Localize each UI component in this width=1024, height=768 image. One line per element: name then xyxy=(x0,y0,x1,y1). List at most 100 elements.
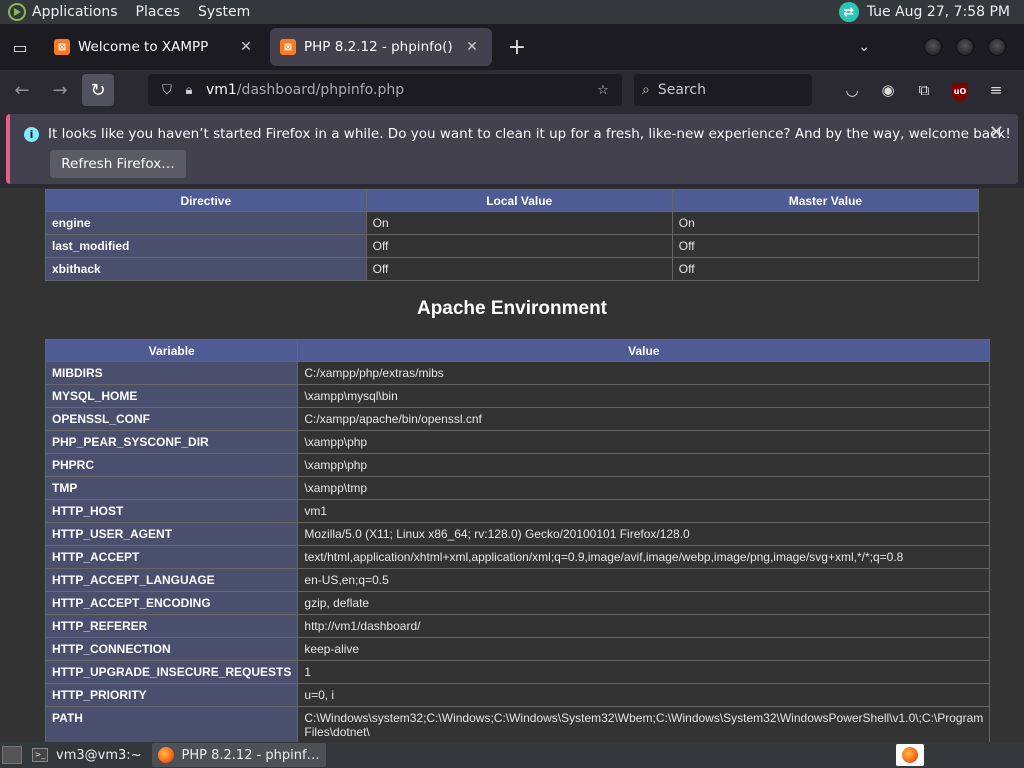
column-header: Master Value xyxy=(671,189,980,212)
variable-value: gzip, deflate xyxy=(297,591,991,615)
variable-name: HTTP_CONNECTION xyxy=(44,637,299,661)
xampp-favicon-icon: ⊠ xyxy=(280,39,296,55)
table-row: HTTP_REFERER http://vm1/dashboard/ xyxy=(44,614,991,638)
variable-name: HTTP_ACCEPT xyxy=(44,545,299,569)
table-row: HTTP_CONNECTION keep-alive xyxy=(44,637,991,661)
refresh-firefox-notification: i It looks like you haven’t started Fire… xyxy=(6,114,1018,184)
variable-value: C:/xampp/apache/bin/openssl.cnf xyxy=(297,407,991,431)
column-header: Value xyxy=(297,339,991,362)
table-row: TMP \xampp\tmp xyxy=(44,476,991,500)
table-row: OPENSSL_CONF C:/xampp/apache/bin/openssl.… xyxy=(44,407,991,431)
maximize-window-button[interactable] xyxy=(956,38,974,56)
tab-title: Welcome to XAMPP xyxy=(78,39,209,55)
url-text[interactable]: vm1/dashboard/phpinfo.php xyxy=(206,82,592,98)
forward-button[interactable]: → xyxy=(44,74,76,106)
variable-name: HTTP_REFERER xyxy=(44,614,299,638)
refresh-firefox-button[interactable]: Refresh Firefox… xyxy=(50,150,186,178)
variable-value: keep-alive xyxy=(297,637,991,661)
tab-title: PHP 8.2.12 - phpinfo() xyxy=(304,39,453,55)
column-header: Directive xyxy=(45,189,367,212)
extensions-icon[interactable]: ⧉ xyxy=(906,81,942,99)
local-value: Off xyxy=(365,234,673,258)
new-tab-button[interactable]: + xyxy=(500,30,534,64)
terminal-icon: >_ xyxy=(32,748,48,762)
master-value: On xyxy=(671,211,980,235)
xampp-favicon-icon: ⊠ xyxy=(54,39,70,55)
close-tab-icon[interactable]: ✕ xyxy=(462,39,482,55)
task-label: vm3@vm3:~ xyxy=(56,747,142,763)
reload-button[interactable]: ↻ xyxy=(82,74,114,106)
firefox-icon xyxy=(157,747,174,763)
variable-value: \xampp\mysql\bin xyxy=(297,384,991,408)
taskbar: >_ vm3@vm3:~ PHP 8.2.12 - phpinf… xyxy=(0,742,1024,768)
table-row: PHPRC \xampp\php xyxy=(44,453,991,477)
table-row: last_modified Off Off xyxy=(45,234,980,258)
table-row: xbithack Off Off xyxy=(45,257,980,281)
menu-places[interactable]: Places xyxy=(136,4,181,20)
tab-phpinfo[interactable]: ⊠ PHP 8.2.12 - phpinfo() ✕ xyxy=(270,28,492,66)
variable-value: u=0, i xyxy=(297,683,991,707)
search-bar[interactable]: ⌕ Search xyxy=(634,74,812,106)
table-row: PATH C:\Windows\system32;C:\Windows;C:\Wi… xyxy=(44,706,991,742)
section-title-apache-environment: Apache Environment xyxy=(416,298,608,319)
network-icon[interactable]: ⇄ xyxy=(838,2,859,22)
directive-name: engine xyxy=(45,211,367,235)
table-row: HTTP_PRIORITY u=0, i xyxy=(44,683,991,707)
shield-icon[interactable]: ⛉ xyxy=(156,83,178,98)
menu-icon[interactable]: ≡ xyxy=(978,81,1014,99)
local-value: Off xyxy=(365,257,673,281)
ssi-directives-table: Directive Local Value Master Value engin… xyxy=(45,189,980,281)
clock[interactable]: Tue Aug 27, 7:58 PM xyxy=(867,4,1010,20)
close-window-button[interactable] xyxy=(988,38,1006,56)
close-notification-icon[interactable]: ✕ xyxy=(989,122,1004,143)
variable-name: MIBDIRS xyxy=(44,361,299,385)
table-row: HTTP_USER_AGENT Mozilla/5.0 (X11; Linux x… xyxy=(44,522,991,546)
variable-name: PHPRC xyxy=(44,453,299,477)
list-all-tabs-icon[interactable]: ⌄ xyxy=(858,39,870,55)
table-row: HTTP_ACCEPT_ENCODING gzip, deflate xyxy=(44,591,991,615)
variable-name: HTTP_ACCEPT_ENCODING xyxy=(44,591,299,615)
distro-logo-icon[interactable] xyxy=(8,3,26,21)
bookmark-star-icon[interactable]: ☆ xyxy=(592,83,614,98)
navigation-bar: ← → ↻ ⛉ 🔒︎ vm1/dashboard/phpinfo.php ☆ ⌕… xyxy=(0,70,1024,110)
directive-name: last_modified xyxy=(45,234,367,258)
variable-value: Mozilla/5.0 (X11; Linux x86_64; rv:128.0… xyxy=(297,522,991,546)
variable-value: \xampp\php xyxy=(297,430,991,454)
variable-value: en-US,en;q=0.5 xyxy=(297,568,991,592)
variable-name: PATH xyxy=(44,706,299,742)
variable-value: C:\Windows\system32;C:\Windows;C:\Window… xyxy=(297,706,991,742)
variable-value: \xampp\php xyxy=(297,453,991,477)
variable-name: HTTP_USER_AGENT xyxy=(44,522,299,546)
url-bar[interactable]: ⛉ 🔒︎ vm1/dashboard/phpinfo.php ☆ xyxy=(148,74,622,106)
task-firefox[interactable]: PHP 8.2.12 - phpinf… xyxy=(151,743,326,767)
variable-name: HTTP_ACCEPT_LANGUAGE xyxy=(44,568,299,592)
variable-value: text/html,application/xhtml+xml,applicat… xyxy=(297,545,991,569)
tab-welcome-xampp[interactable]: ⊠ Welcome to XAMPP ✕ xyxy=(44,28,266,66)
search-placeholder: Search xyxy=(657,82,706,98)
variable-value: http://vm1/dashboard/ xyxy=(297,614,991,638)
top-panel: Applications Places System ⇄ Tue Aug 27,… xyxy=(0,0,1024,24)
tab-strip: ▭ ⊠ Welcome to XAMPP ✕ ⊠ PHP 8.2.12 - ph… xyxy=(0,24,1024,70)
show-desktop-icon[interactable] xyxy=(2,746,22,764)
minimize-window-button[interactable] xyxy=(924,38,942,56)
pocket-icon[interactable]: ◡ xyxy=(834,81,870,99)
apache-environment-table: Variable Value MIBDIRS C:/xampp/php/extra… xyxy=(44,339,991,742)
variable-name: PHP_PEAR_SYSCONF_DIR xyxy=(44,430,299,454)
firefox-view-icon[interactable]: ▭ xyxy=(0,24,40,70)
table-row: HTTP_ACCEPT_LANGUAGE en-US,en;q=0.5 xyxy=(44,568,991,592)
lock-icon[interactable]: 🔒︎ xyxy=(178,83,200,98)
back-button[interactable]: ← xyxy=(6,74,38,106)
notification-message: It looks like you haven’t started Firefo… xyxy=(48,126,1011,142)
close-tab-icon[interactable]: ✕ xyxy=(236,39,256,55)
table-row: PHP_PEAR_SYSCONF_DIR \xampp\php xyxy=(44,430,991,454)
tray-firefox-icon[interactable] xyxy=(896,744,924,766)
master-value: Off xyxy=(671,257,980,281)
menu-system[interactable]: System xyxy=(198,4,250,20)
task-terminal[interactable]: >_ vm3@vm3:~ xyxy=(26,743,148,767)
account-icon[interactable]: ◉ xyxy=(870,81,906,99)
ublock-icon[interactable]: uO xyxy=(942,80,978,101)
column-header: Variable xyxy=(44,339,299,362)
variable-name: HTTP_UPGRADE_INSECURE_REQUESTS xyxy=(44,660,299,684)
menu-applications[interactable]: Applications xyxy=(32,4,118,20)
table-row: engine On On xyxy=(45,211,980,235)
